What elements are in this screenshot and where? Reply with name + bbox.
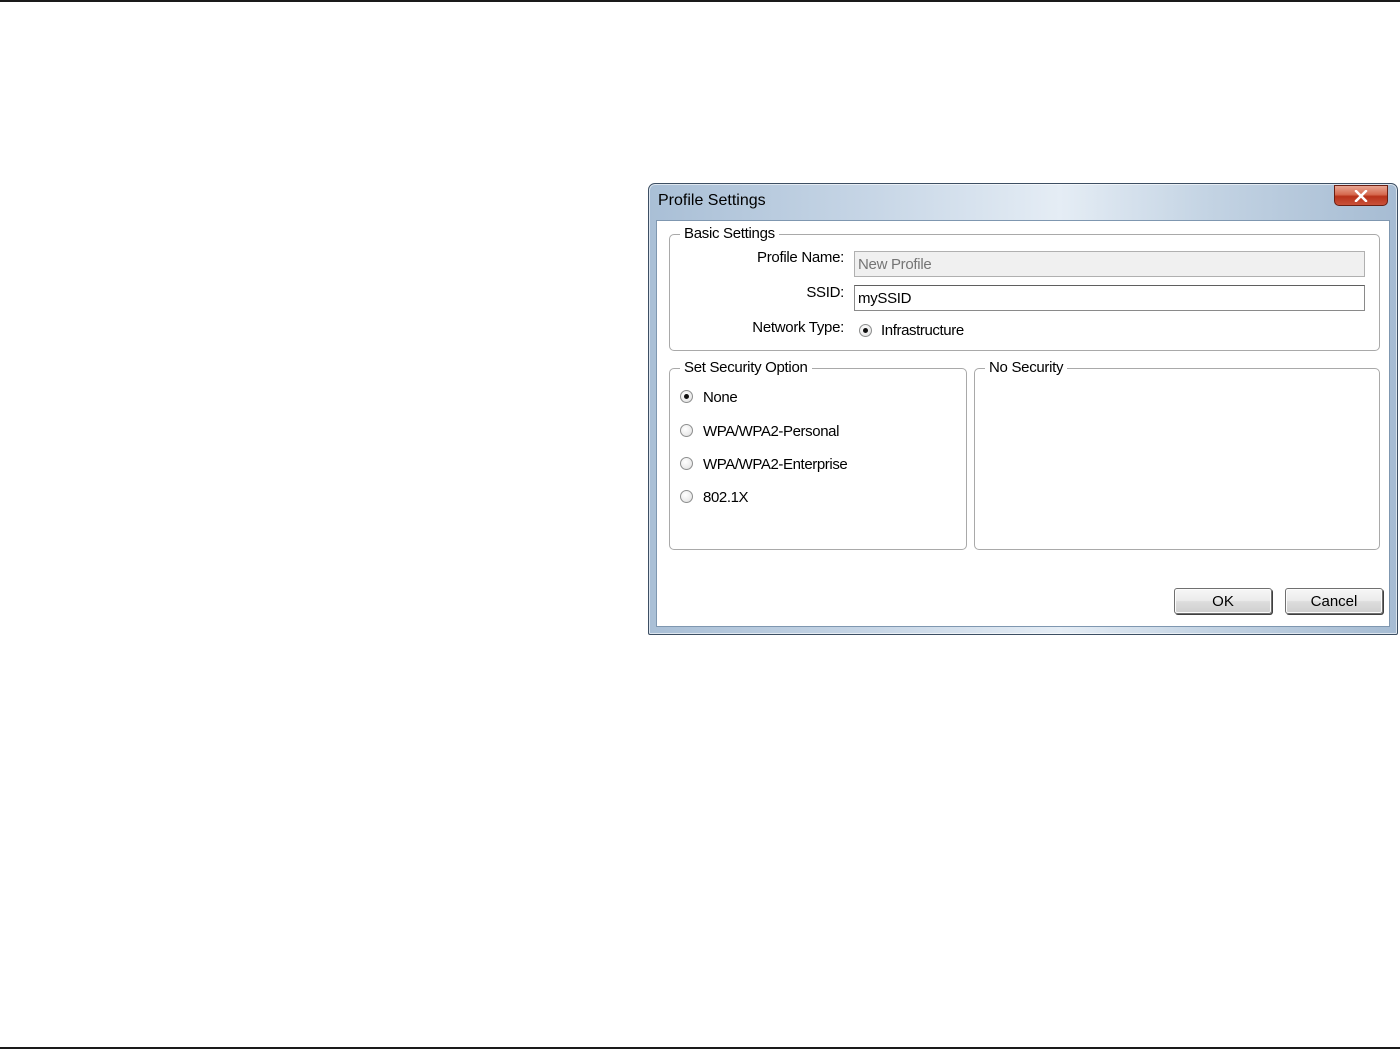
- security-wpa-personal-radio[interactable]: [680, 424, 693, 437]
- close-icon: [1354, 189, 1368, 202]
- security-detail-legend: No Security: [985, 359, 1068, 377]
- security-8021x-radio[interactable]: [680, 490, 693, 503]
- cancel-button[interactable]: Cancel: [1285, 588, 1383, 614]
- basic-settings-legend: Basic Settings: [680, 225, 779, 243]
- security-8021x-label[interactable]: 802.1X: [703, 489, 749, 506]
- ssid-label: SSID:: [806, 284, 844, 301]
- dialog-client-area: Basic Settings Profile Name: SSID: Netwo…: [656, 220, 1390, 627]
- security-option-group: Set Security Option None WPA/WPA2-Person…: [669, 359, 967, 550]
- security-none-label[interactable]: None: [703, 389, 738, 406]
- basic-settings-group: Basic Settings Profile Name: SSID: Netwo…: [669, 225, 1380, 351]
- top-rule: [0, 0, 1400, 2]
- security-option-legend: Set Security Option: [680, 359, 812, 377]
- profile-name-label: Profile Name:: [757, 249, 844, 266]
- profile-name-field: [854, 251, 1365, 277]
- security-wpa-enterprise-radio[interactable]: [680, 457, 693, 470]
- security-wpa-enterprise-label[interactable]: WPA/WPA2-Enterprise: [703, 456, 848, 473]
- network-type-infrastructure-label[interactable]: Infrastructure: [881, 322, 964, 339]
- profile-settings-dialog: Profile Settings Basic Settings Profile …: [648, 183, 1398, 635]
- title-bar[interactable]: Profile Settings: [649, 184, 1397, 220]
- ok-button[interactable]: OK: [1174, 588, 1272, 614]
- network-type-infrastructure-radio[interactable]: [859, 324, 872, 337]
- security-detail-group: No Security: [974, 359, 1380, 550]
- security-none-radio[interactable]: [680, 390, 693, 403]
- window-title: Profile Settings: [658, 192, 766, 209]
- bottom-rule: [0, 1047, 1400, 1049]
- close-button[interactable]: [1334, 185, 1388, 206]
- security-wpa-personal-label[interactable]: WPA/WPA2-Personal: [703, 423, 839, 440]
- network-type-label: Network Type:: [752, 319, 844, 336]
- ssid-input[interactable]: [854, 285, 1365, 311]
